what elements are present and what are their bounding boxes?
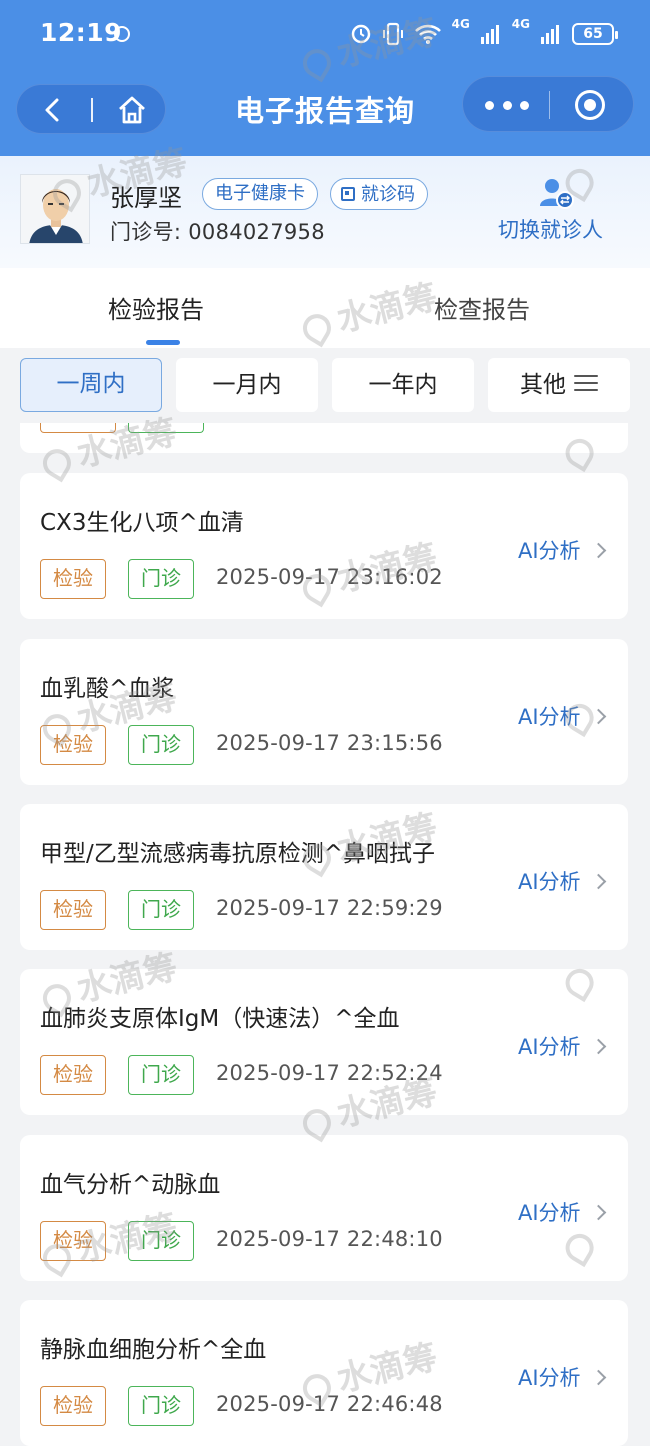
chevron-right-icon — [590, 708, 606, 724]
ai-analysis-label: AI分析 — [518, 1035, 581, 1059]
avatar-image — [21, 175, 89, 243]
nav-divider-right — [549, 91, 550, 119]
clinic-id: 门诊号: 0084027958 — [110, 220, 325, 244]
filter-month[interactable]: 一月内 — [176, 358, 318, 412]
report-dept-badge: 门诊 — [128, 725, 194, 765]
status-time: 12:19 — [40, 18, 123, 47]
report-dept-badge: 门诊 — [128, 1386, 194, 1426]
ai-analysis-label: AI分析 — [518, 870, 581, 894]
report-list: CX3生化八项^血清 检验 门诊 2025-09-17 23:16:02 AI分… — [0, 423, 650, 1446]
ai-analysis-link[interactable]: AI分析 — [518, 1362, 606, 1392]
health-card-button[interactable]: 电子健康卡 — [202, 178, 318, 210]
status-bar: 12:19 4G 4G 65 — [0, 0, 650, 68]
report-time: 2025-09-17 22:48:10 — [216, 1227, 443, 1251]
filter-year[interactable]: 一年内 — [332, 358, 474, 412]
report-kind-badge: 检验 — [40, 559, 106, 599]
ai-analysis-link[interactable]: AI分析 — [518, 535, 606, 565]
report-kind-badge: 检验 — [40, 890, 106, 930]
list-item[interactable]: CX3生化八项^血清 检验 门诊 2025-09-17 23:16:02 AI分… — [20, 473, 628, 619]
visit-code-label: 就诊码 — [361, 183, 415, 205]
report-kind-badge: 检验 — [40, 1221, 106, 1261]
vibrate-icon — [382, 22, 403, 46]
ai-analysis-link[interactable]: AI分析 — [518, 1197, 606, 1227]
ai-analysis-label: AI分析 — [518, 539, 581, 563]
ai-analysis-link[interactable]: AI分析 — [518, 701, 606, 731]
report-title: 血气分析^动脉血 — [40, 1172, 221, 1198]
report-dept-badge: 门诊 — [128, 1055, 194, 1095]
report-kind-badge: 检验 — [40, 1055, 106, 1095]
ai-analysis-label: AI分析 — [518, 705, 581, 729]
list-item-partial[interactable] — [20, 423, 628, 453]
switch-patient-icon[interactable] — [538, 176, 574, 210]
chevron-right-icon — [590, 1038, 606, 1054]
nav-capsule-right — [462, 76, 634, 132]
report-time: 2025-09-17 22:59:29 — [216, 896, 443, 920]
filter-other[interactable]: 其他 — [488, 358, 630, 412]
more-icon[interactable] — [485, 91, 529, 119]
report-title: CX3生化八项^血清 — [40, 510, 244, 536]
time-filter-bar: 一周内 一月内 一年内 其他 — [0, 348, 650, 423]
chevron-right-icon — [590, 1369, 606, 1385]
ai-analysis-link[interactable]: AI分析 — [518, 1031, 606, 1061]
report-time: 2025-09-17 22:52:24 — [216, 1061, 443, 1085]
list-item[interactable]: 甲型/乙型流感病毒抗原检测^鼻咽拭子 检验 门诊 2025-09-17 22:5… — [20, 804, 628, 950]
patient-name: 张厚坚 — [110, 184, 182, 212]
list-item[interactable]: 血气分析^动脉血 检验 门诊 2025-09-17 22:48:10 AI分析 — [20, 1135, 628, 1281]
report-dept-badge: 门诊 — [128, 559, 194, 599]
chevron-right-icon — [590, 542, 606, 558]
ai-analysis-label: AI分析 — [518, 1201, 581, 1225]
switch-patient-button[interactable]: 切换就诊人 — [498, 214, 603, 244]
report-dept-badge: 门诊 — [128, 890, 194, 930]
report-tabs: 检验报告 检查报告 — [0, 268, 650, 348]
tab-lab-report[interactable]: 检验报告 — [108, 290, 204, 325]
list-item[interactable]: 血乳酸^血浆 检验 门诊 2025-09-17 23:15:56 AI分析 — [20, 639, 628, 785]
visit-code-button[interactable]: 就诊码 — [330, 178, 428, 210]
partial-dept-badge — [128, 423, 204, 433]
signal-icon-2 — [541, 25, 559, 44]
clock-icon — [351, 24, 370, 44]
menu-icon — [574, 374, 598, 393]
close-miniprogram-icon[interactable] — [575, 90, 605, 120]
network-4g-label: 4G — [451, 17, 470, 31]
qrcode-icon — [341, 187, 355, 201]
filter-week[interactable]: 一周内 — [20, 358, 162, 412]
report-dept-badge: 门诊 — [128, 1221, 194, 1261]
report-time: 2025-09-17 23:15:56 — [216, 731, 443, 755]
status-icons: 4G 4G 65 — [350, 17, 618, 50]
chevron-right-icon — [590, 873, 606, 889]
list-item[interactable]: 血肺炎支原体IgM（快速法）^全血 检验 门诊 2025-09-17 22:52… — [20, 969, 628, 1115]
ai-analysis-label: AI分析 — [518, 1366, 581, 1390]
network-4g-label-2: 4G — [511, 17, 530, 31]
report-title: 甲型/乙型流感病毒抗原检测^鼻咽拭子 — [40, 841, 436, 867]
header: 12:19 4G 4G 65 电子报告查询 — [0, 0, 650, 156]
ai-analysis-link[interactable]: AI分析 — [518, 866, 606, 896]
nav-bar: 电子报告查询 — [0, 70, 650, 150]
report-title: 血肺炎支原体IgM（快速法）^全血 — [40, 1006, 400, 1032]
tab-exam-report[interactable]: 检查报告 — [434, 290, 530, 325]
list-item[interactable]: 静脉血细胞分析^全血 检验 门诊 2025-09-17 22:46:48 AI分… — [20, 1300, 628, 1446]
report-title: 血乳酸^血浆 — [40, 676, 175, 702]
active-tab-indicator — [146, 340, 180, 345]
report-kind-badge: 检验 — [40, 725, 106, 765]
chevron-right-icon — [590, 1204, 606, 1220]
filter-other-label: 其他 — [520, 372, 566, 398]
signal-icon — [480, 25, 499, 44]
report-kind-badge: 检验 — [40, 1386, 106, 1426]
report-title: 静脉血细胞分析^全血 — [40, 1337, 267, 1363]
battery-icon: 65 — [572, 23, 618, 45]
message-indicator-icon — [114, 26, 130, 42]
report-time: 2025-09-17 23:16:02 — [216, 565, 443, 589]
avatar — [20, 174, 90, 244]
partial-kind-badge — [40, 423, 116, 433]
wifi-icon — [414, 24, 441, 44]
patient-panel: 张厚坚 电子健康卡 就诊码 门诊号: 0084027958 切换就诊人 — [0, 156, 650, 268]
report-time: 2025-09-17 22:46:48 — [216, 1392, 443, 1416]
